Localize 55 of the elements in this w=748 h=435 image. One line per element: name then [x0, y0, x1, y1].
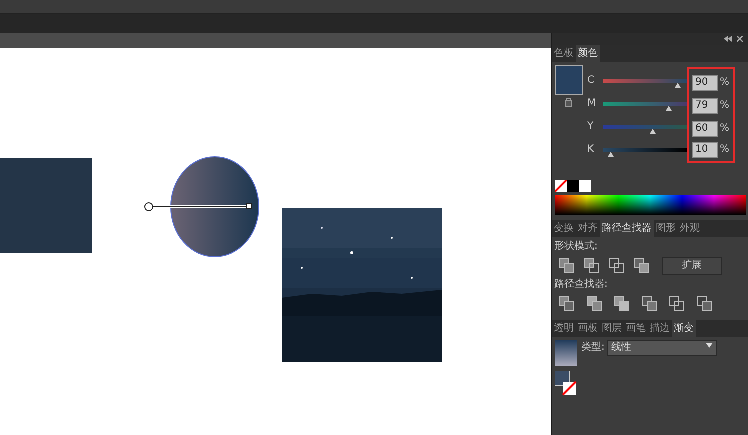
overlap-squares-icon[interactable]: [667, 294, 687, 312]
panel-tab[interactable]: 变换: [552, 220, 576, 236]
overlap-squares-icon[interactable]: [557, 256, 577, 274]
panel-tab[interactable]: 色板: [552, 45, 576, 62]
panel-tab[interactable]: 画笔: [624, 320, 648, 337]
channel-label: Y: [588, 120, 595, 134]
slider-thumb[interactable]: [666, 106, 672, 110]
panel-tab[interactable]: 描边: [648, 320, 672, 337]
overlap-squares-icon[interactable]: [694, 294, 714, 312]
overlap-squares-icon[interactable]: [607, 256, 627, 274]
panel-tab[interactable]: 渐变: [672, 320, 696, 337]
overlap-squares-icon[interactable]: [557, 294, 577, 312]
percent-label: %: [720, 143, 730, 157]
fill-swatch[interactable]: [554, 64, 582, 94]
panel-tab[interactable]: 透明: [552, 320, 576, 337]
lock-icon: [564, 97, 572, 107]
percent-label: %: [720, 76, 730, 90]
color-swatch[interactable]: [566, 180, 578, 192]
panel-tab[interactable]: 画板: [576, 320, 600, 337]
value-field[interactable]: 10: [692, 142, 718, 158]
panel-tab[interactable]: 外观: [678, 220, 702, 236]
overlap-squares-icon[interactable]: [584, 294, 604, 312]
collapse-icon[interactable]: [724, 36, 732, 42]
panel-tab[interactable]: 颜色: [576, 45, 600, 62]
expand-button[interactable]: 扩展: [662, 256, 722, 274]
slider-thumb[interactable]: [608, 152, 614, 156]
overlap-squares-icon[interactable]: [632, 256, 652, 274]
color-swatch[interactable]: [578, 180, 590, 192]
channel-label: K: [588, 143, 596, 157]
channel-label: C: [588, 74, 596, 88]
fill-stroke-icon[interactable]: [554, 370, 576, 396]
value-field[interactable]: 90: [692, 74, 718, 90]
color-spectrum[interactable]: [554, 194, 746, 214]
none-swatch-icon[interactable]: [554, 180, 566, 192]
value-field[interactable]: 79: [692, 98, 718, 114]
slider-thumb[interactable]: [650, 128, 656, 134]
gradient-swatch[interactable]: [554, 340, 576, 366]
overlap-squares-icon[interactable]: [582, 256, 602, 274]
percent-label: %: [720, 122, 730, 136]
channel-label: M: [588, 97, 598, 111]
type-label: 类型:: [582, 340, 605, 354]
overlap-squares-icon[interactable]: [612, 294, 632, 312]
panel-tab[interactable]: 图形: [654, 220, 678, 236]
section-label: 路径查找器:: [554, 278, 609, 292]
panel-tab[interactable]: 图层: [600, 320, 624, 337]
value-field[interactable]: 60: [692, 120, 718, 136]
panel-tab[interactable]: 路径查找器: [600, 220, 654, 236]
slider-thumb[interactable]: [675, 82, 682, 88]
dropdown-arrow-icon[interactable]: [706, 343, 714, 348]
section-label: 形状模式:: [554, 240, 599, 254]
type-dropdown[interactable]: 线性: [607, 340, 718, 356]
overlap-squares-icon[interactable]: [640, 294, 660, 312]
percent-label: %: [720, 99, 730, 113]
close-icon[interactable]: [737, 36, 743, 42]
panel-tab[interactable]: 对齐: [576, 220, 600, 236]
